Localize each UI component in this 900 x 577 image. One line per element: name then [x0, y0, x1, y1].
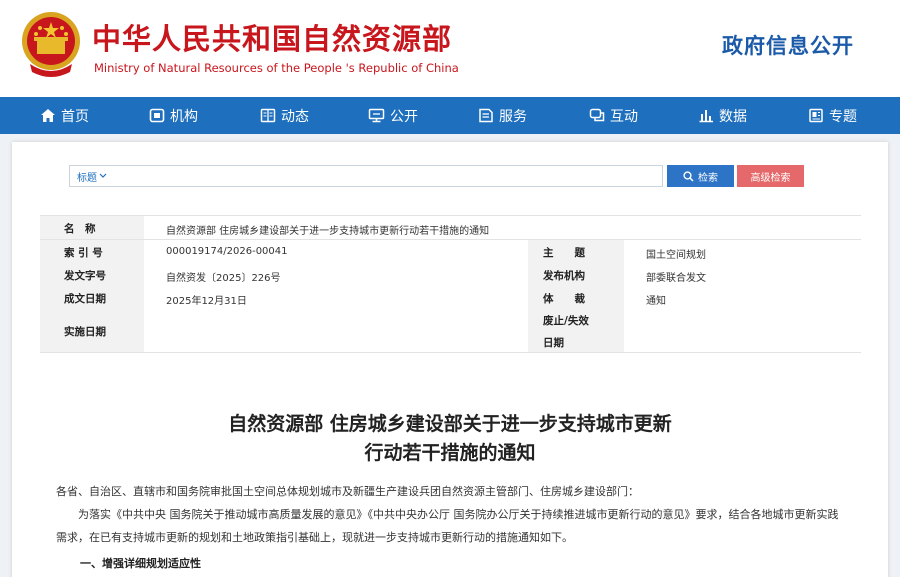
national-emblem-icon[interactable]	[20, 10, 82, 80]
nav-item-org[interactable]: 机构	[149, 97, 198, 134]
service-icon	[479, 108, 493, 123]
name-value: 自然资源部 住房城乡建设部关于进一步支持城市更新行动若干措施的通知	[166, 226, 490, 237]
doc-number-label: 发文字号	[64, 270, 106, 282]
doc-number-value: 自然资发〔2025〕226号	[166, 273, 281, 284]
issuer-label: 发布机构	[543, 270, 585, 282]
site-header: 中华人民共和国自然资源部 Ministry of Natural Resourc…	[0, 0, 900, 97]
search-field-select[interactable]: 标题	[69, 166, 109, 186]
search-button[interactable]: 检索	[667, 165, 734, 187]
search-field-label: 标题	[77, 172, 97, 184]
section-heading: 一、增强详细规划适应性	[80, 557, 201, 570]
table-divider	[40, 215, 861, 216]
nav-label: 公开	[390, 108, 418, 125]
chart-icon	[699, 110, 713, 123]
name-label: 名 称	[64, 223, 96, 235]
site-subtitle-en: Ministry of Natural Resources of the Peo…	[94, 61, 459, 75]
article-title-line2: 行动若干措施的通知	[364, 442, 536, 464]
index-label: 索 引 号	[64, 247, 103, 259]
expire-date-label: 废止/失效	[543, 315, 589, 327]
table-divider	[40, 239, 861, 240]
search-input[interactable]	[69, 165, 663, 187]
date-value: 2025年12月31日	[166, 296, 247, 307]
nav-label: 动态	[281, 108, 309, 125]
nav-label: 数据	[719, 108, 747, 125]
table-divider	[40, 352, 861, 353]
subject-label: 主 题	[543, 247, 585, 259]
chevron-down-icon	[99, 173, 107, 178]
genre-label: 体 裁	[543, 293, 585, 305]
nav-label: 互动	[610, 108, 638, 125]
nav-label: 首页	[61, 108, 89, 125]
nav-label: 服务	[499, 108, 527, 125]
search-icon	[683, 170, 694, 182]
expire-date-label-line2: 日期	[543, 337, 564, 349]
nav-item-data[interactable]: 数据	[698, 97, 747, 134]
nav-label: 机构	[170, 108, 198, 125]
nav-item-open[interactable]: 公开	[368, 97, 418, 134]
home-icon	[41, 109, 55, 122]
date-label: 成文日期	[64, 293, 106, 305]
effective-date-label: 实施日期	[64, 326, 106, 338]
site-title[interactable]: 中华人民共和国自然资源部	[92, 16, 452, 58]
nav-item-news[interactable]: 动态	[260, 97, 309, 134]
nav-item-topic[interactable]: 专题	[808, 97, 857, 134]
subject-value: 国土空间规划	[646, 250, 706, 261]
topic-icon	[809, 108, 823, 123]
nav-label: 专题	[829, 108, 857, 125]
news-icon	[260, 108, 276, 123]
nav-item-interact[interactable]: 互动	[589, 97, 638, 134]
chat-icon	[589, 108, 605, 122]
issuer-value: 部委联合发文	[646, 273, 706, 284]
nav-item-service[interactable]: 服务	[478, 97, 527, 134]
index-value: 000019174/2026-00041	[166, 246, 288, 257]
article-paragraph: 为落实《中共中央 国务院关于推动城市高质量发展的意见》《中共中央办公厅 国务院办…	[56, 508, 839, 544]
article-title-line1: 自然资源部 住房城乡建设部关于进一步支持城市更新	[228, 413, 672, 435]
org-icon	[149, 108, 165, 123]
genre-value: 通知	[646, 296, 666, 307]
gov-info-heading[interactable]: 政府信息公开	[722, 30, 854, 60]
open-icon	[368, 108, 385, 123]
advanced-search-button[interactable]: 高级检索	[737, 165, 804, 187]
article-salutation: 各省、自治区、直辖市和国务院审批国土空间总体规划城市及新疆生产建设兵团自然资源主…	[56, 485, 639, 498]
main-nav: 首页 机构 动态 公开 服务 互动 数据 专题	[0, 97, 900, 134]
advanced-search-label: 高级检索	[750, 172, 791, 184]
nav-item-home[interactable]: 首页	[40, 97, 89, 134]
search-button-label: 检索	[698, 172, 718, 184]
